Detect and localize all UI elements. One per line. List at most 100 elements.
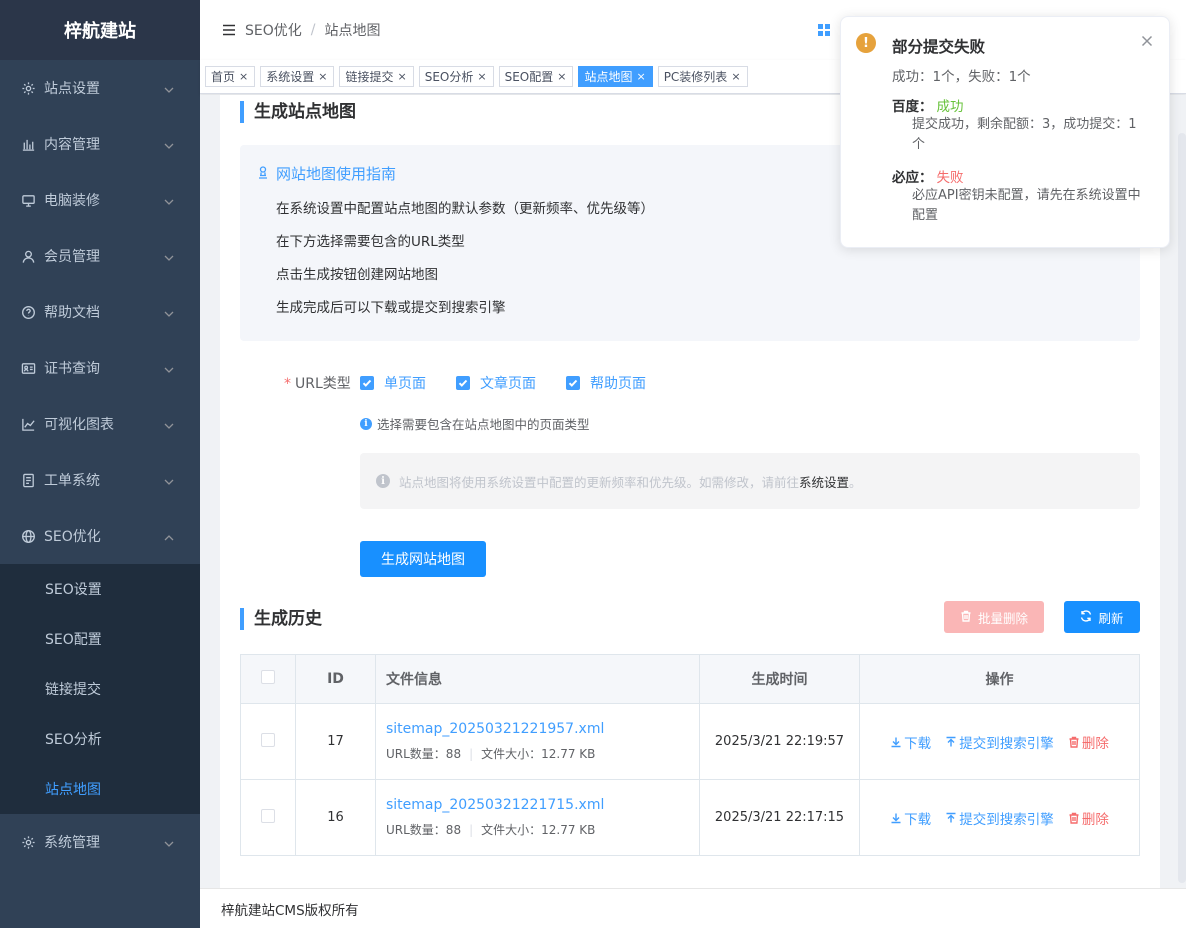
upload-icon xyxy=(946,812,956,822)
system-settings-link[interactable]: 系统设置 xyxy=(799,475,849,490)
row-checkbox[interactable] xyxy=(261,808,275,823)
meta-divider: | xyxy=(469,823,474,837)
tag-home[interactable]: 首页 × xyxy=(205,66,256,87)
url-type-label: * URL类型 xyxy=(284,373,351,393)
close-icon[interactable] xyxy=(1141,35,1153,47)
close-icon[interactable]: × xyxy=(318,70,327,83)
row-checkbox[interactable] xyxy=(261,732,275,747)
file-size: 文件大小：12.77 KB xyxy=(481,747,596,761)
sidebar-item-members[interactable]: 会员管理 xyxy=(0,228,200,284)
meta-divider: | xyxy=(469,747,474,761)
id-card-icon xyxy=(20,360,36,376)
close-icon[interactable]: × xyxy=(397,70,406,83)
chevron-down-icon xyxy=(164,419,174,429)
tag-link-submit[interactable]: 链接提交 × xyxy=(339,66,414,87)
tag-pc-decor-list[interactable]: PC装修列表 × xyxy=(657,66,748,87)
submit-to-search-engine-button[interactable]: 提交到搜索引擎 xyxy=(945,808,1054,828)
row-actions: 下载 提交到搜索引擎 删除 xyxy=(859,703,1140,780)
delete-button[interactable]: 删除 xyxy=(1068,732,1109,752)
generate-sitemap-button[interactable]: 生成网站地图 xyxy=(360,541,486,577)
tag-system-settings[interactable]: 系统设置 × xyxy=(260,66,335,87)
sidebar-item-charts[interactable]: 可视化图表 xyxy=(0,396,200,452)
row-actions: 下载 提交到搜索引擎 删除 xyxy=(859,779,1140,856)
download-button[interactable]: 下载 xyxy=(890,808,931,828)
download-label: 下载 xyxy=(904,735,932,752)
notice-text: 站点地图将使用系统设置中配置的更新频率和优先级。如需修改，请前往系统设置。 xyxy=(399,472,862,491)
table-row: 17 sitemap_20250321221957.xml URL数量：88 | 文… xyxy=(240,703,1140,780)
grid-icon[interactable] xyxy=(818,24,830,36)
trash-icon xyxy=(1069,736,1079,748)
download-button[interactable]: 下载 xyxy=(890,732,931,752)
batch-delete-button[interactable]: 批量删除 xyxy=(944,601,1044,633)
row-file-info: sitemap_20250321221957.xml URL数量：88 | 文件大小… xyxy=(375,703,700,780)
close-icon[interactable]: × xyxy=(557,70,566,83)
row-time: 2025/3/21 22:19:57 xyxy=(699,703,860,780)
checkbox-single-page[interactable]: 单页面 xyxy=(360,373,426,393)
engine-baidu: 百度： 成功 xyxy=(892,95,964,115)
delete-button[interactable]: 删除 xyxy=(1068,808,1109,828)
url-count: URL数量：88 xyxy=(386,823,462,837)
hint-text: 选择需要包含在站点地图中的页面类型 xyxy=(377,417,590,432)
chevron-down-icon xyxy=(164,83,174,93)
engine-bing: 必应： 失败 xyxy=(892,166,964,186)
hamburger-icon[interactable] xyxy=(222,24,236,36)
tag-label: 系统设置 xyxy=(266,70,315,84)
close-icon[interactable]: × xyxy=(477,70,486,83)
submit-to-search-engine-button[interactable]: 提交到搜索引擎 xyxy=(945,732,1054,752)
sidebar-item-system[interactable]: 系统管理 xyxy=(0,814,200,870)
sidebar-item-label: 可视化图表 xyxy=(44,417,114,433)
scrollbar[interactable] xyxy=(1178,133,1186,883)
sidebar-item-label: SEO优化 xyxy=(44,529,101,545)
download-label: 下载 xyxy=(904,811,932,828)
tag-seo-config[interactable]: SEO配置 × xyxy=(498,66,574,87)
sidebar-item-certificate[interactable]: 证书查询 xyxy=(0,340,200,396)
notice-text-end: 。 xyxy=(849,474,862,490)
file-name-link[interactable]: sitemap_20250321221715.xml xyxy=(386,797,699,813)
close-icon[interactable]: × xyxy=(239,70,248,83)
refresh-icon xyxy=(1080,609,1092,625)
sidebar-item-seo[interactable]: SEO优化 xyxy=(0,508,200,564)
sidebar-item-site-settings[interactable]: 站点设置 xyxy=(0,60,200,116)
sidebar-item-tickets[interactable]: 工单系统 xyxy=(0,452,200,508)
sidebar-item-pc-decor[interactable]: 电脑装修 xyxy=(0,172,200,228)
chevron-down-icon xyxy=(164,837,174,847)
sidebar-subitem-seo-settings[interactable]: SEO设置 xyxy=(0,564,200,614)
sidebar-subitem-sitemap[interactable]: 站点地图 xyxy=(0,764,200,814)
refresh-label: 刷新 xyxy=(1098,610,1124,626)
checkbox-article-page[interactable]: 文章页面 xyxy=(456,373,536,393)
warning-icon: ! xyxy=(856,33,876,53)
info-icon: i xyxy=(376,474,390,488)
guide-line: 生成完成后可以下载或提交到搜索引擎 xyxy=(276,300,506,316)
engine-status: 成功 xyxy=(936,99,964,115)
row-time: 2025/3/21 22:17:15 xyxy=(699,779,860,856)
sidebar-item-label: 会员管理 xyxy=(44,249,100,265)
delete-label: 删除 xyxy=(1081,735,1109,752)
file-name-link[interactable]: sitemap_20250321221957.xml xyxy=(386,721,699,737)
checkbox-label: 帮助页面 xyxy=(590,376,646,392)
refresh-button[interactable]: 刷新 xyxy=(1064,601,1140,633)
tag-label: PC装修列表 xyxy=(663,70,728,84)
column-header-id: ID xyxy=(295,654,376,704)
checkbox-help-page[interactable]: 帮助页面 xyxy=(566,373,646,393)
sidebar-subitem-seo-config[interactable]: SEO配置 xyxy=(0,614,200,664)
tag-seo-analysis[interactable]: SEO分析 × xyxy=(418,66,494,87)
tag-sitemap[interactable]: 站点地图 × xyxy=(578,66,653,87)
breadcrumb-item[interactable]: SEO优化 xyxy=(245,20,302,40)
column-header-file: 文件信息 xyxy=(375,654,700,704)
chevron-up-icon xyxy=(164,531,174,541)
sidebar-subitem-seo-analysis[interactable]: SEO分析 xyxy=(0,714,200,764)
url-type-hint: i 选择需要包含在站点地图中的页面类型 xyxy=(360,414,590,433)
sidebar-item-help[interactable]: 帮助文档 xyxy=(0,284,200,340)
select-all-checkbox[interactable] xyxy=(261,670,275,684)
chevron-down-icon xyxy=(164,475,174,485)
sidebar-item-content[interactable]: 内容管理 xyxy=(0,116,200,172)
close-icon[interactable]: × xyxy=(636,70,645,83)
sidebar-subitem-link-submit[interactable]: 链接提交 xyxy=(0,664,200,714)
download-icon xyxy=(891,813,901,823)
notification-toast: ! 部分提交失败 成功：1个，失败：1个 百度： 成功 提交成功，剩余配额：3，成… xyxy=(840,16,1170,248)
column-header-actions: 操作 xyxy=(859,654,1140,704)
tag-label: 首页 xyxy=(211,70,236,84)
file-size: 文件大小：12.77 KB xyxy=(481,823,596,837)
close-icon[interactable]: × xyxy=(731,70,740,83)
checkbox-label: 文章页面 xyxy=(480,376,536,392)
